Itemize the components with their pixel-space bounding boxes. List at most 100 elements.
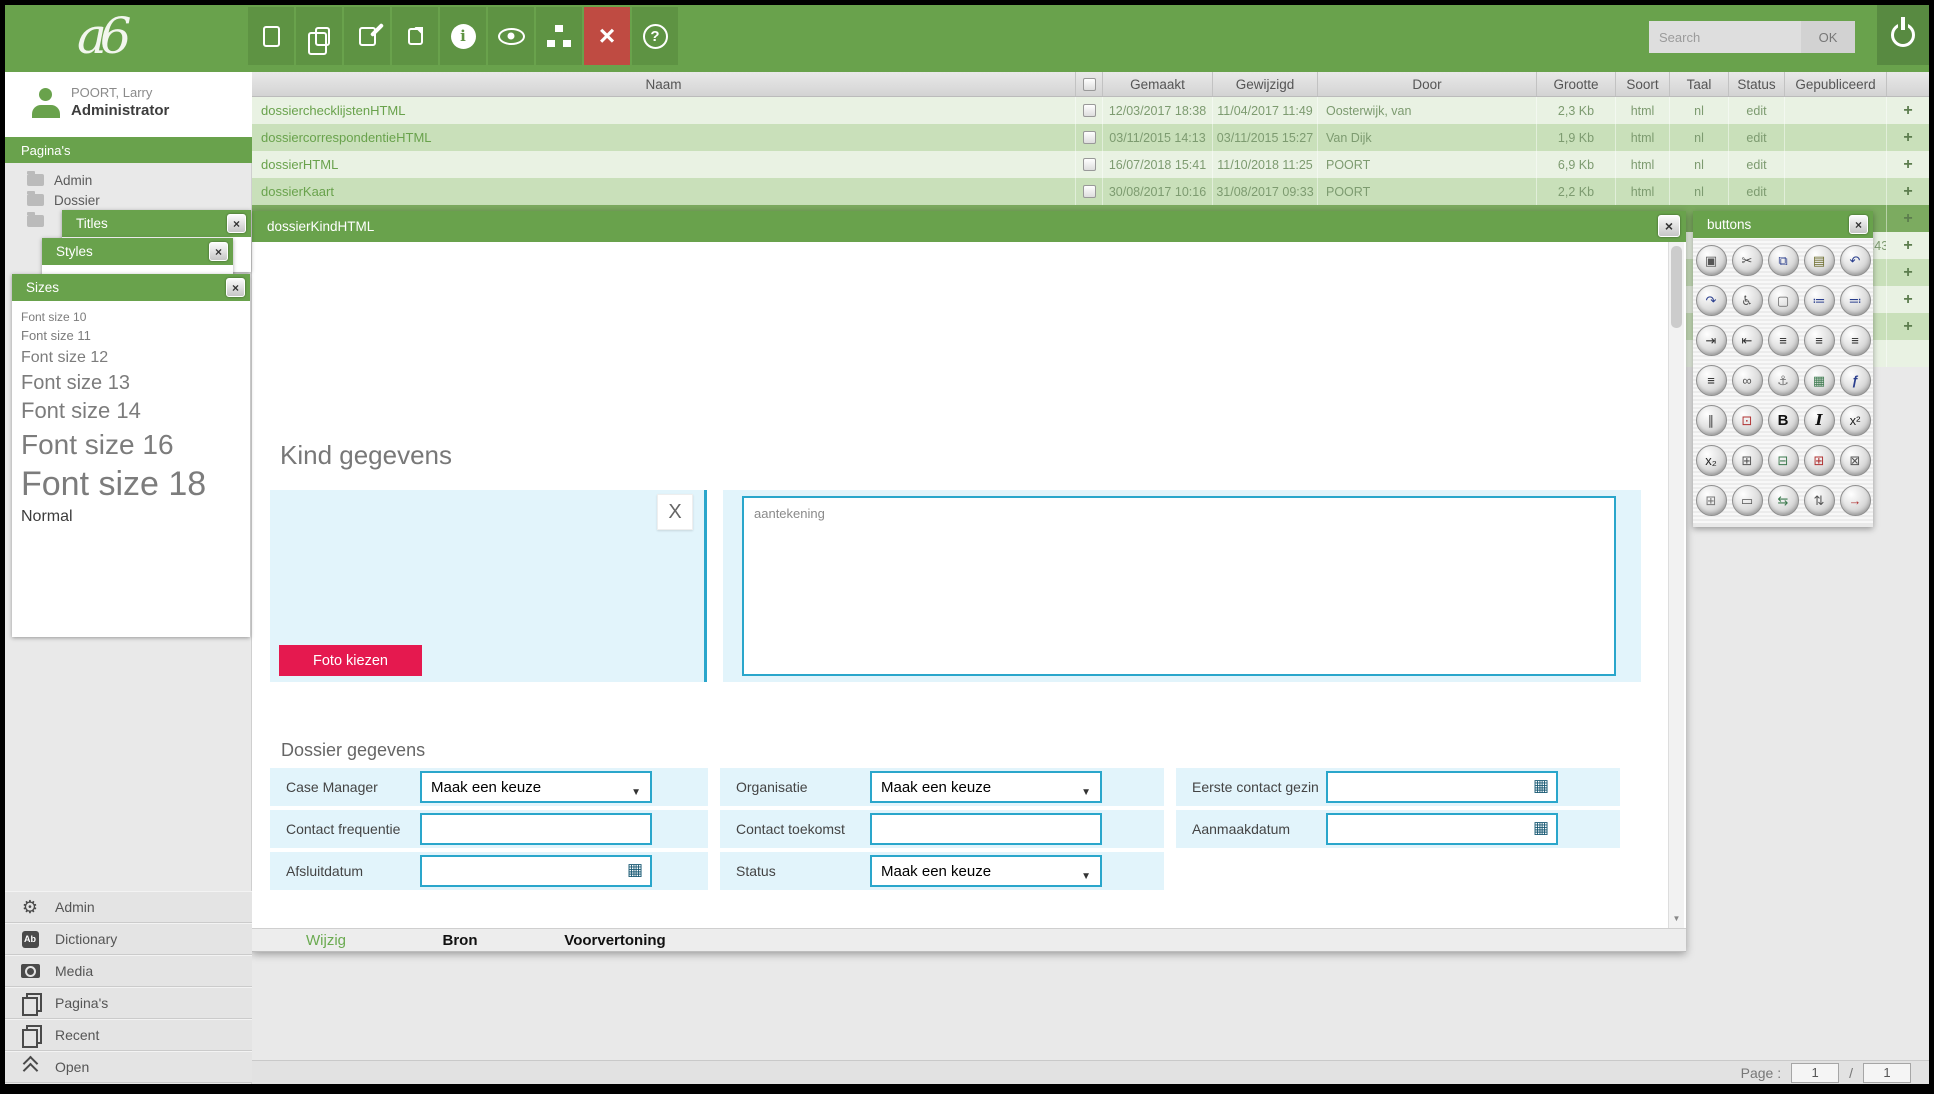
toolbar-button[interactable]: [296, 7, 342, 65]
editor-button[interactable]: ⊡: [1732, 405, 1763, 436]
editor-button[interactable]: →: [1840, 485, 1871, 516]
row-add-button[interactable]: +: [1887, 259, 1929, 286]
sizes-panel-header[interactable]: Sizes ×: [12, 274, 250, 301]
close-icon[interactable]: ×: [226, 278, 245, 297]
font-size-option[interactable]: Font size 13: [21, 372, 250, 394]
sidebar-menu-item[interactable]: Open: [5, 1051, 252, 1083]
sidebar-menu-item[interactable]: Pagina's: [5, 987, 252, 1019]
select-all-checkbox[interactable]: [1083, 78, 1096, 91]
editor-button[interactable]: ≡: [1696, 365, 1727, 396]
row-checkbox[interactable]: [1083, 131, 1096, 144]
editor-button[interactable]: B: [1768, 405, 1799, 436]
toolbar-button[interactable]: i: [440, 7, 486, 65]
logout-button[interactable]: [1877, 5, 1929, 65]
toolbar-button[interactable]: [344, 7, 390, 65]
column-header-soort[interactable]: Soort: [1616, 72, 1670, 96]
chevron-down-icon[interactable]: [1081, 866, 1091, 884]
row-add-button[interactable]: +: [1887, 178, 1929, 205]
font-size-option[interactable]: Font size 14: [21, 399, 250, 424]
field-input[interactable]: [420, 855, 652, 887]
editor-tab[interactable]: Voorvertoning: [520, 932, 710, 949]
editor-button[interactable]: ≡: [1768, 325, 1799, 356]
row-add-button[interactable]: +: [1887, 232, 1929, 259]
editor-button[interactable]: ⧉: [1768, 245, 1799, 276]
editor-button[interactable]: ⇆: [1768, 485, 1799, 516]
toolbar-button[interactable]: [536, 7, 582, 65]
field-input[interactable]: [870, 813, 1102, 845]
editor-button[interactable]: ▦: [1804, 365, 1835, 396]
column-header-gemaakt[interactable]: Gemaakt: [1103, 72, 1213, 96]
close-icon[interactable]: ×: [1849, 215, 1868, 234]
editor-button[interactable]: ⊟: [1768, 445, 1799, 476]
editor-button[interactable]: ≔: [1804, 285, 1835, 316]
editor-button[interactable]: ⇥: [1696, 325, 1727, 356]
editor-button[interactable]: ↶: [1840, 245, 1871, 276]
editor-button[interactable]: ⚓: [1768, 365, 1799, 396]
table-row[interactable]: dossiercorrespondentieHTML 03/11/2015 14…: [252, 124, 1929, 151]
page-current-input[interactable]: [1791, 1063, 1839, 1083]
search-input[interactable]: [1649, 21, 1801, 53]
field-input[interactable]: [420, 813, 652, 845]
calendar-icon[interactable]: [1533, 818, 1549, 838]
cell-naam[interactable]: dossiercorrespondentieHTML: [252, 124, 1076, 151]
row-add-button[interactable]: +: [1887, 286, 1929, 313]
row-add-button[interactable]: +: [1887, 151, 1929, 178]
font-size-option[interactable]: Normal: [21, 508, 250, 526]
modal-scrollbar[interactable]: [1668, 242, 1684, 928]
page-total-input[interactable]: [1863, 1063, 1911, 1083]
editor-button[interactable]: ▢: [1768, 285, 1799, 316]
styles-panel-header[interactable]: Styles ×: [42, 238, 233, 265]
titles-panel-header[interactable]: Titles ×: [62, 210, 251, 237]
field-input[interactable]: Maak een keuze: [870, 855, 1102, 887]
chevron-down-icon[interactable]: [631, 782, 641, 800]
editor-button[interactable]: ♿: [1732, 285, 1763, 316]
editor-button[interactable]: ƒ: [1840, 365, 1871, 396]
column-header-gewijzigd[interactable]: Gewijzigd: [1213, 72, 1318, 96]
cell-naam[interactable]: dossierchecklijstenHTML: [252, 97, 1076, 124]
row-checkbox[interactable]: [1083, 158, 1096, 171]
field-input[interactable]: Maak een keuze: [420, 771, 652, 803]
column-header-grootte[interactable]: Grootte: [1537, 72, 1616, 96]
sidebar-menu-item[interactable]: Admin: [5, 891, 252, 923]
toolbar-button[interactable]: ?: [632, 7, 678, 65]
sidebar-menu-item[interactable]: Recent: [5, 1019, 252, 1051]
toolbar-button[interactable]: [488, 7, 534, 65]
table-row[interactable]: dossierHTML 16/07/2018 15:41 11/10/2018 …: [252, 151, 1929, 178]
row-add-button[interactable]: [1887, 340, 1929, 367]
remove-photo-button[interactable]: X: [657, 494, 693, 530]
field-input[interactable]: [1326, 771, 1558, 803]
cell-naam[interactable]: dossierHTML: [252, 151, 1076, 178]
chevron-down-icon[interactable]: [1081, 782, 1091, 800]
editor-button[interactable]: x²: [1840, 405, 1871, 436]
choose-photo-button[interactable]: Foto kiezen: [279, 645, 422, 676]
editor-button[interactable]: ≕: [1840, 285, 1871, 316]
editor-button[interactable]: ⇤: [1732, 325, 1763, 356]
app-logo[interactable]: a6: [77, 7, 125, 65]
editor-button[interactable]: ∥: [1696, 405, 1727, 436]
editor-button[interactable]: ▣: [1696, 245, 1727, 276]
row-checkbox[interactable]: [1083, 104, 1096, 117]
cell-naam[interactable]: dossierKaart: [252, 178, 1076, 205]
calendar-icon[interactable]: [1533, 776, 1549, 796]
font-size-option[interactable]: Font size 10: [21, 311, 250, 324]
editor-button[interactable]: ∞: [1732, 365, 1763, 396]
editor-tab[interactable]: Wijzig: [252, 932, 400, 949]
search-ok-button[interactable]: OK: [1801, 21, 1855, 53]
row-add-button[interactable]: +: [1887, 124, 1929, 151]
editor-button[interactable]: ⊞: [1696, 485, 1727, 516]
toolbar-button[interactable]: [248, 7, 294, 65]
font-size-option[interactable]: Font size 11: [21, 329, 250, 344]
close-icon[interactable]: ×: [1658, 215, 1680, 237]
sidebar-menu-item[interactable]: Media: [5, 955, 252, 987]
row-add-button[interactable]: +: [1887, 97, 1929, 124]
toolbar-button[interactable]: [392, 7, 438, 65]
editor-button[interactable]: ≡: [1840, 325, 1871, 356]
column-header-taal[interactable]: Taal: [1670, 72, 1729, 96]
editor-button[interactable]: ≡: [1804, 325, 1835, 356]
sidebar-menu-item[interactable]: Dictionary: [5, 923, 252, 955]
editor-button[interactable]: ▭: [1732, 485, 1763, 516]
editor-button[interactable]: ⊞: [1732, 445, 1763, 476]
table-row[interactable]: dossierKaart 30/08/2017 10:16 31/08/2017…: [252, 178, 1929, 205]
font-size-option[interactable]: Font size 18: [21, 465, 250, 503]
column-header-door[interactable]: Door: [1318, 72, 1537, 96]
